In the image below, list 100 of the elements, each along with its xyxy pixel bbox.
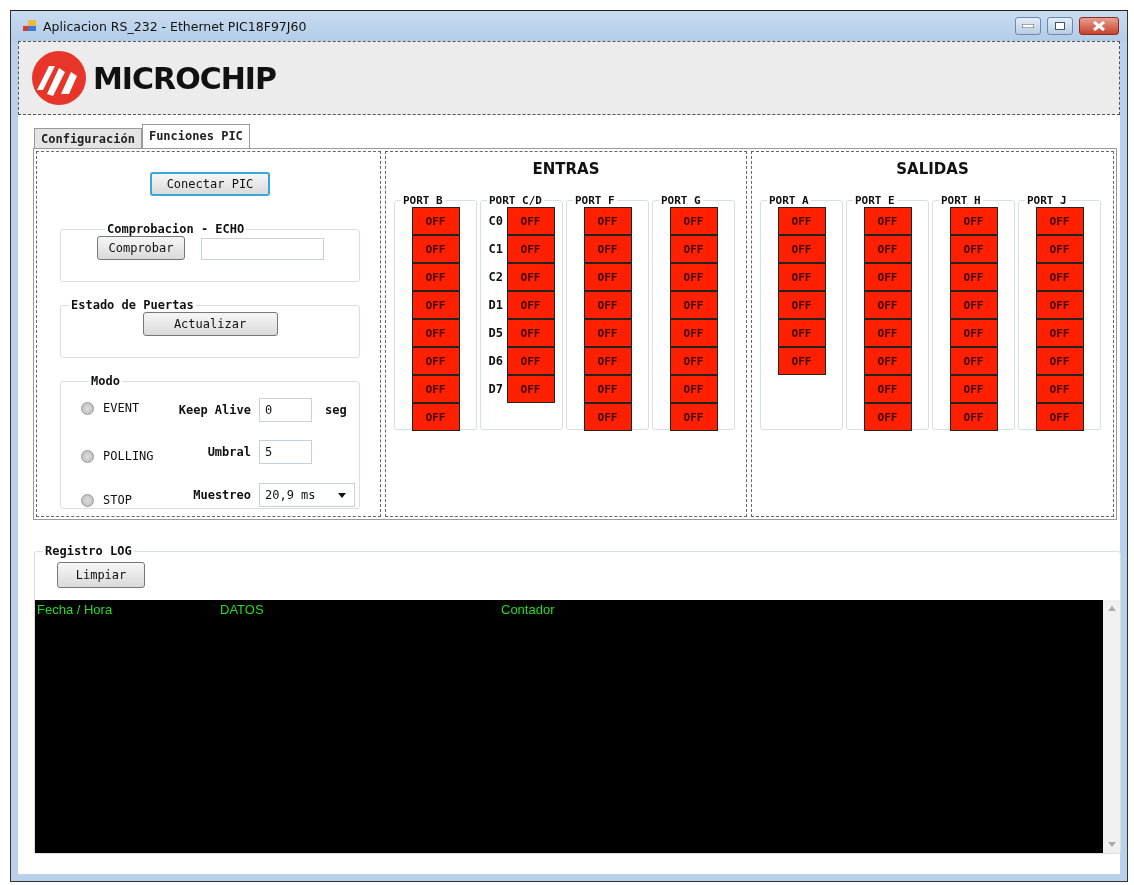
- bit-indicator[interactable]: OFF: [1035, 403, 1084, 431]
- bit-indicator[interactable]: OFF: [863, 403, 912, 431]
- bit-indicator[interactable]: OFF: [777, 235, 826, 263]
- bit-indicator[interactable]: OFF: [506, 347, 555, 375]
- bit-indicator[interactable]: OFF: [1035, 291, 1084, 319]
- connect-button[interactable]: Conectar PIC: [150, 172, 270, 196]
- pin-label: D6: [488, 354, 504, 368]
- bit-indicator[interactable]: OFF: [863, 375, 912, 403]
- unit-label: seg: [325, 402, 348, 417]
- bit-indicator[interactable]: OFF: [669, 347, 718, 375]
- logo-text: MICROCHIP: [93, 60, 276, 96]
- bit-indicator[interactable]: OFF: [411, 403, 460, 431]
- threshold-field[interactable]: 5: [259, 440, 312, 465]
- scroll-up-icon[interactable]: [1107, 606, 1116, 611]
- close-button[interactable]: [1079, 17, 1119, 35]
- bit-indicator[interactable]: OFF: [777, 291, 826, 319]
- bit-indicator[interactable]: OFF: [777, 319, 826, 347]
- radio-button[interactable]: [81, 493, 94, 507]
- bit-indicator[interactable]: OFF: [669, 375, 718, 403]
- maximize-button[interactable]: [1047, 17, 1073, 35]
- bit-indicator[interactable]: OFF: [863, 263, 912, 291]
- column-header: DATOS: [220, 602, 265, 617]
- bit-indicator[interactable]: OFF: [411, 291, 460, 319]
- tab[interactable]: Configuración: [34, 128, 142, 148]
- bit-indicator[interactable]: OFF: [777, 347, 826, 375]
- bit-indicator[interactable]: OFF: [506, 319, 555, 347]
- bit-indicator[interactable]: OFF: [1035, 235, 1084, 263]
- bit-indicator[interactable]: OFF: [1035, 263, 1084, 291]
- bit-indicator[interactable]: OFF: [583, 291, 632, 319]
- tab[interactable]: Funciones PIC: [141, 124, 250, 148]
- minimize-button[interactable]: [1015, 17, 1041, 35]
- bit-indicator[interactable]: OFF: [583, 207, 632, 235]
- bit-indicator[interactable]: OFF: [1035, 207, 1084, 235]
- keep-alive-field[interactable]: 0: [259, 397, 312, 422]
- pin-label: C2: [488, 270, 504, 284]
- port-title: PORT J: [1026, 194, 1068, 207]
- bit-indicator[interactable]: OFF: [949, 235, 998, 263]
- field-label: Muestreo: [192, 488, 251, 503]
- bit-indicator[interactable]: OFF: [777, 263, 826, 291]
- bit-indicator[interactable]: OFF: [506, 263, 555, 291]
- bit-indicator[interactable]: OFF: [583, 235, 632, 263]
- bit-indicator[interactable]: OFF: [411, 347, 460, 375]
- sampling-dropdown[interactable]: 20,9 ms: [259, 483, 355, 508]
- column-header: Fecha / Hora: [37, 602, 114, 617]
- radio-button[interactable]: [81, 401, 94, 415]
- bit-indicator[interactable]: OFF: [506, 235, 555, 263]
- check-button[interactable]: Comprobar: [97, 236, 185, 260]
- bit-indicator[interactable]: OFF: [669, 235, 718, 263]
- bit-indicator[interactable]: OFF: [1035, 375, 1084, 403]
- group-title: Estado de Puertas: [70, 298, 195, 312]
- bit-indicator[interactable]: OFF: [506, 207, 555, 235]
- bit-indicator[interactable]: OFF: [863, 235, 912, 263]
- bit-indicator[interactable]: OFF: [411, 375, 460, 403]
- bit-indicator[interactable]: OFF: [949, 347, 998, 375]
- bit-indicator[interactable]: OFF: [583, 403, 632, 431]
- bit-indicator[interactable]: OFF: [949, 263, 998, 291]
- bit-indicator[interactable]: OFF: [669, 319, 718, 347]
- bit-indicator[interactable]: OFF: [411, 319, 460, 347]
- refresh-button[interactable]: Actualizar: [142, 312, 278, 336]
- bit-indicator[interactable]: OFF: [1035, 319, 1084, 347]
- group-title: Comprobacion - ECHO: [106, 222, 246, 236]
- close-icon: [1092, 21, 1106, 31]
- bit-indicator[interactable]: OFF: [411, 235, 460, 263]
- bit-indicator[interactable]: OFF: [411, 207, 460, 235]
- bit-indicator[interactable]: OFF: [863, 291, 912, 319]
- app-icon: [23, 20, 37, 32]
- port-title: PORT C/D: [488, 194, 543, 207]
- column-header: Contador: [501, 602, 556, 617]
- pin-label: C1: [488, 242, 504, 256]
- pin-label: D1: [488, 298, 504, 312]
- bit-indicator[interactable]: OFF: [949, 291, 998, 319]
- radio-label: POLLING: [103, 449, 154, 463]
- radio-button[interactable]: [81, 449, 94, 463]
- bit-indicator[interactable]: OFF: [669, 207, 718, 235]
- bit-indicator[interactable]: OFF: [669, 291, 718, 319]
- scrollbar[interactable]: [1103, 600, 1120, 853]
- bit-indicator[interactable]: OFF: [506, 291, 555, 319]
- bit-indicator[interactable]: OFF: [863, 347, 912, 375]
- bit-indicator[interactable]: OFF: [949, 403, 998, 431]
- bit-indicator[interactable]: OFF: [777, 207, 826, 235]
- bit-indicator[interactable]: OFF: [1035, 347, 1084, 375]
- bit-indicator[interactable]: OFF: [583, 319, 632, 347]
- clear-button[interactable]: Limpiar: [57, 562, 145, 588]
- pin-label: D7: [488, 382, 504, 396]
- port-title: PORT F: [574, 194, 616, 207]
- bit-indicator[interactable]: OFF: [583, 347, 632, 375]
- echo-field[interactable]: [201, 238, 324, 260]
- bit-indicator[interactable]: OFF: [669, 263, 718, 291]
- bit-indicator[interactable]: OFF: [863, 207, 912, 235]
- bit-indicator[interactable]: OFF: [411, 263, 460, 291]
- scroll-down-icon[interactable]: [1107, 842, 1116, 847]
- bit-indicator[interactable]: OFF: [949, 207, 998, 235]
- bit-indicator[interactable]: OFF: [583, 263, 632, 291]
- bit-indicator[interactable]: OFF: [949, 375, 998, 403]
- bit-indicator[interactable]: OFF: [583, 375, 632, 403]
- bit-indicator[interactable]: OFF: [863, 319, 912, 347]
- bit-indicator[interactable]: OFF: [506, 375, 555, 403]
- pin-label: D5: [488, 326, 504, 340]
- bit-indicator[interactable]: OFF: [949, 319, 998, 347]
- bit-indicator[interactable]: OFF: [669, 403, 718, 431]
